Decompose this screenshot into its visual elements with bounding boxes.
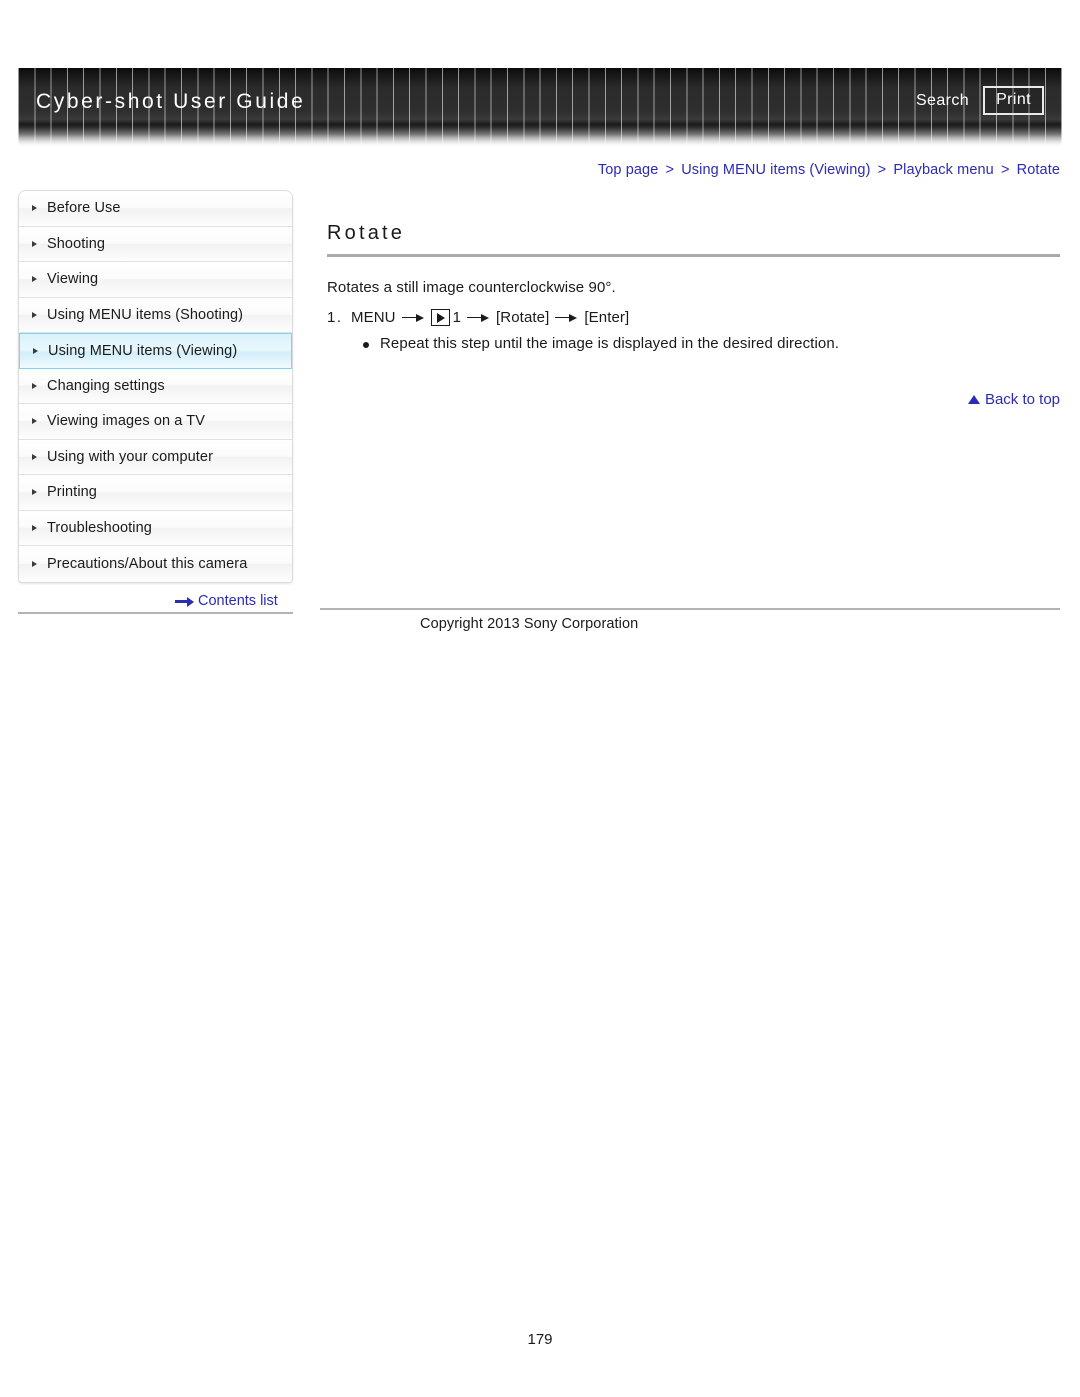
back-to-top-label: Back to top (984, 391, 1060, 408)
arrow-right-icon (175, 596, 195, 607)
sidebar-item-printing[interactable]: Printing (19, 475, 292, 511)
play-triangle-icon (437, 312, 446, 323)
sidebar-item-precautions-about-this-camera[interactable]: Precautions/About this camera (19, 546, 292, 582)
sidebar-item-label: Using MENU items (Viewing) (48, 342, 238, 359)
breadcrumb-separator: > (665, 162, 675, 178)
print-button[interactable]: Print (983, 86, 1044, 115)
sidebar-item-using-menu-items-shooting[interactable]: Using MENU items (Shooting) (19, 297, 292, 333)
playback-icon (430, 309, 450, 326)
sidebar-item-using-menu-items-viewing[interactable]: Using MENU items (Viewing) (19, 333, 292, 369)
breadcrumb-item-using-menu-items-viewing[interactable]: Using MENU items (Viewing) (681, 162, 870, 178)
page-number: 179 (527, 1331, 553, 1348)
arrow-right-icon (401, 313, 425, 323)
step-tab-number: 1 (452, 309, 462, 326)
chevron-right-icon (32, 560, 37, 567)
chevron-right-icon (32, 489, 37, 496)
search-button[interactable]: Search (916, 92, 969, 110)
chevron-right-icon (33, 347, 38, 354)
sidebar-item-label: Shooting (47, 235, 106, 252)
bullet-icon (363, 342, 369, 348)
chevron-right-icon (32, 276, 37, 283)
sidebar-item-label: Troubleshooting (47, 519, 152, 536)
title-divider (327, 254, 1060, 257)
lead-paragraph: Rotates a still image counterclockwise 9… (327, 279, 616, 296)
step-item: 1. MENU 1 [Rotate] [Enter] (327, 309, 1060, 326)
contents-list-label: Contents list (198, 593, 278, 609)
sidebar-item-label: Viewing (47, 271, 99, 288)
page-root: Cyber-shot User Guide Search Print Top p… (0, 0, 1080, 1397)
steps-list: 1. MENU 1 [Rotate] [Enter] (327, 309, 1060, 326)
step-enter-label: [Enter] (584, 309, 630, 326)
chevron-right-icon (32, 524, 37, 531)
page-title: Rotate (327, 222, 406, 244)
sidebar-item-label: Printing (47, 484, 97, 501)
footer-divider (320, 608, 1060, 610)
breadcrumb-separator: > (877, 162, 887, 178)
sidebar-item-changing-settings[interactable]: Changing settings (19, 368, 292, 404)
sidebar-item-viewing[interactable]: Viewing (19, 262, 292, 298)
header-banner: Cyber-shot User Guide Search Print (18, 68, 1062, 146)
step-rotate-label: [Rotate] (496, 309, 550, 326)
contents-list-link[interactable]: Contents list (175, 593, 278, 609)
breadcrumb-item-playback-menu[interactable]: Playback menu (893, 162, 993, 178)
breadcrumb-item-top-page[interactable]: Top page (598, 162, 658, 178)
sidebar-item-label: Changing settings (47, 377, 165, 394)
sidebar-item-using-with-your-computer[interactable]: Using with your computer (19, 439, 292, 475)
app-title: Cyber-shot User Guide (36, 90, 306, 113)
chevron-right-icon (32, 311, 37, 318)
sidebar-item-viewing-images-on-a-tv[interactable]: Viewing images on a TV (19, 404, 292, 440)
triangle-up-icon (967, 395, 980, 404)
step-number: 1. (327, 309, 343, 326)
chevron-right-icon (32, 453, 37, 460)
sidebar-item-label: Viewing images on a TV (47, 413, 206, 430)
chevron-right-icon (32, 205, 37, 212)
main-content: Rotate Rotates a still image countercloc… (327, 222, 1060, 352)
header-actions: Search Print (916, 86, 1044, 115)
step-note-text: Repeat this step until the image is disp… (380, 335, 840, 352)
arrow-right-icon (467, 313, 490, 323)
breadcrumb-separator: > (1000, 162, 1010, 178)
chevron-right-icon (32, 382, 37, 389)
sidebar-item-label: Before Use (47, 200, 121, 217)
breadcrumb: Top page > Using MENU items (Viewing) > … (598, 162, 1060, 178)
breadcrumb-item-rotate[interactable]: Rotate (1017, 162, 1060, 178)
copyright-text: Copyright 2013 Sony Corporation (420, 616, 639, 632)
arrow-right-icon (555, 313, 578, 323)
chevron-right-icon (32, 418, 37, 425)
sidebar-item-label: Using MENU items (Shooting) (47, 306, 244, 323)
sidebar-item-shooting[interactable]: Shooting (19, 226, 292, 262)
sidebar-item-label: Precautions/About this camera (47, 555, 248, 572)
sidebar-item-troubleshooting[interactable]: Troubleshooting (19, 510, 292, 546)
step-note: Repeat this step until the image is disp… (363, 335, 1060, 352)
sidebar-item-before-use[interactable]: Before Use (19, 191, 292, 227)
step-menu-label: MENU (351, 309, 396, 326)
sidebar-item-label: Using with your computer (47, 448, 213, 465)
back-to-top-link[interactable]: Back to top (967, 391, 1060, 408)
sidebar-nav: Before Use Shooting Viewing Using MENU i… (18, 190, 293, 583)
chevron-right-icon (32, 240, 37, 247)
sidebar-divider (18, 612, 293, 614)
